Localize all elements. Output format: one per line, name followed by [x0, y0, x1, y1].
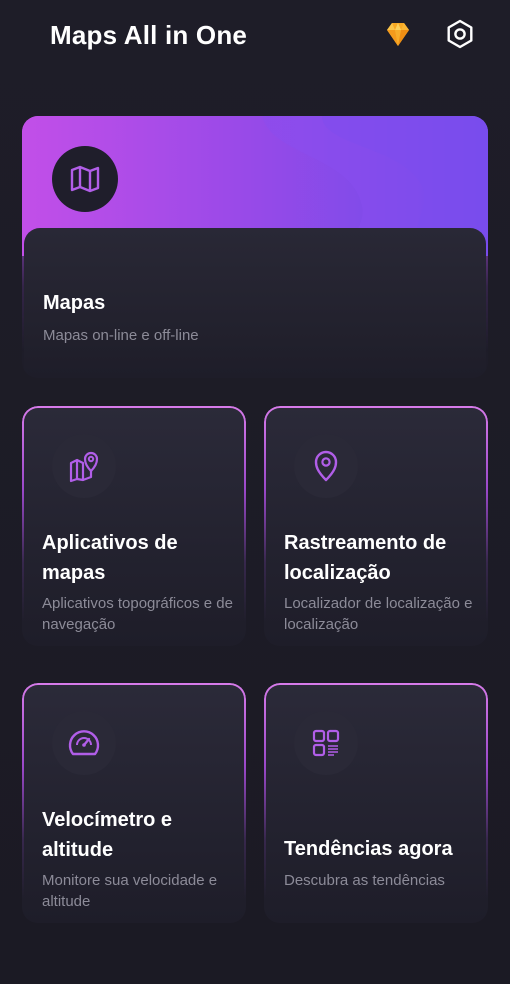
speedometer-icon [68, 730, 100, 756]
card-title: Rastreamento de localização [284, 532, 447, 584]
card-subtitle: Descubra as tendências [284, 872, 445, 889]
card-icon-circle [294, 434, 358, 498]
card-subtitle: Aplicativos topográficos e de navegação [42, 595, 233, 633]
card-subtitle: Mapas on-line e off-line [43, 327, 199, 344]
app-header: Maps All in One [0, 0, 510, 80]
trends-grid-icon [312, 729, 340, 757]
card-maps[interactable]: Mapas Mapas on-line e off-line [22, 116, 488, 378]
card-icon-circle [294, 711, 358, 775]
card-icon-circle [52, 434, 116, 498]
card-title: Velocímetro e altitude [42, 809, 173, 861]
hero-body: Mapas Mapas on-line e off-line [24, 228, 486, 376]
card-icon-circle [52, 711, 116, 775]
card-trends[interactable]: Tendências agora Descubra as tendências [264, 683, 488, 923]
folded-map-icon [70, 165, 100, 193]
app-screen: Maps All in One Mapas Mapas on-line e of… [0, 0, 510, 984]
diamond-premium-icon [387, 23, 409, 46]
card-speedometer[interactable]: Velocímetro e altitude Monitore sua velo… [22, 683, 246, 923]
card-map-apps[interactable]: Aplicativos de mapas Aplicativos topográ… [22, 406, 246, 646]
card-subtitle: Localizador de localização e localização [284, 595, 473, 633]
app-title: Maps All in One [50, 20, 248, 50]
card-title: Mapas [43, 292, 106, 314]
card-location-tracking[interactable]: Rastreamento de localização Localizador … [264, 406, 488, 646]
location-pin-icon [314, 450, 338, 482]
card-title: Aplicativos de mapas [42, 532, 178, 584]
settings-button[interactable] [444, 18, 476, 50]
settings-hexagon-icon [447, 19, 473, 49]
card-subtitle: Monitore sua velocidade e altitude [42, 872, 218, 910]
map-pin-icon [69, 451, 99, 483]
premium-button[interactable] [383, 19, 413, 49]
hero-icon-circle [52, 146, 118, 212]
card-title: Tendências agora [284, 838, 453, 860]
